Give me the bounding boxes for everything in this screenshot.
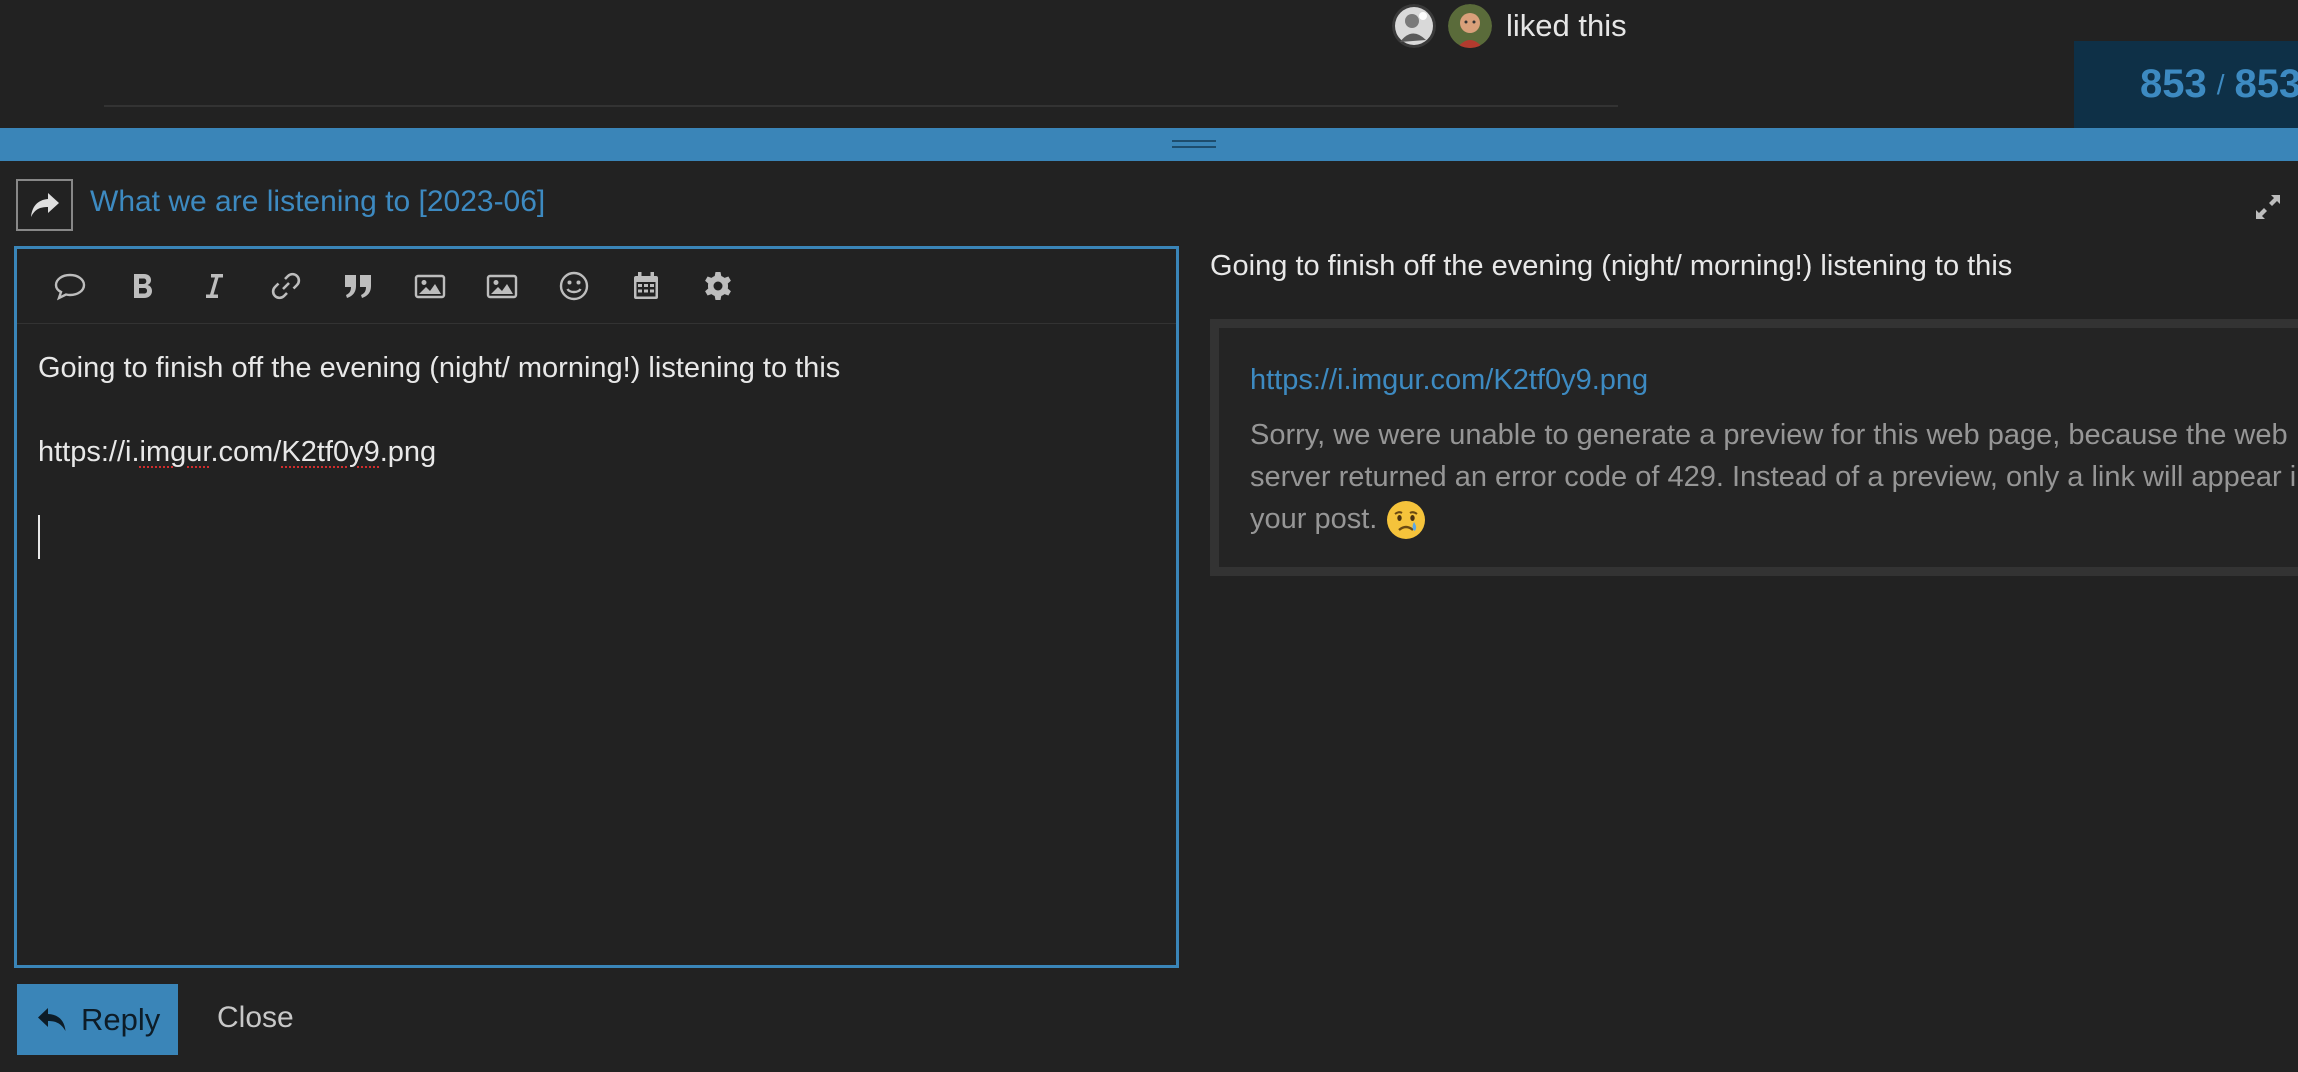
insert-image-button[interactable] [394, 256, 466, 316]
liked-this-label: liked this [1506, 8, 1627, 43]
quote-button[interactable] [322, 256, 394, 316]
expand-icon [2256, 195, 2280, 219]
reply-label: Reply [81, 1001, 161, 1037]
timeline-progress[interactable]: 853 / 853 [2074, 41, 2298, 128]
progress-total: 853 [2234, 62, 2298, 106]
composer-preview: Going to finish off the evening (night/ … [1210, 246, 2298, 968]
composer-editor[interactable]: Going to finish off the evening (night/ … [14, 246, 1179, 968]
editor-line: Going to finish off the evening (night/ … [38, 352, 841, 384]
editor-text-segment: .com/ [210, 436, 282, 468]
text-caret [38, 515, 40, 560]
post-footer-area: liked this 853 / 853 [0, 0, 2298, 128]
upload-image-button[interactable] [466, 256, 538, 316]
progress-current: 853 [2140, 62, 2207, 106]
editor-text-segment: .png [379, 436, 437, 468]
misspelled-word: K2tf0y9 [281, 436, 380, 468]
italic-icon [206, 274, 223, 298]
avatar[interactable] [1448, 4, 1492, 48]
onebox-preview: https://i.imgur.com/K2tf0y9.png Sorry, w… [1210, 319, 2298, 576]
editor-text-segment: https://i. [38, 436, 140, 468]
composer-actions-button[interactable] [16, 179, 73, 231]
insert-date-button[interactable] [610, 256, 682, 316]
editor-line [38, 515, 1156, 560]
calendar-icon [634, 272, 658, 299]
gear-icon [705, 272, 731, 300]
emoji-button[interactable] [538, 256, 610, 316]
avatar[interactable] [1392, 4, 1436, 48]
close-button[interactable]: Close [217, 1001, 294, 1035]
editor-line: https://i.imgur.com/K2tf0y9.png [38, 431, 1156, 473]
toggle-rich-editor-button[interactable] [34, 256, 106, 316]
topic-title-link[interactable]: What we are listening to [2023-06] [90, 185, 545, 219]
bold-icon [134, 274, 152, 298]
speech-bubble-icon [54, 273, 86, 301]
reply-icon [38, 1007, 66, 1031]
grip-handle-icon [1172, 140, 1216, 148]
bold-button[interactable] [106, 256, 178, 316]
progress-separator: / [2216, 68, 2225, 100]
image-upload-icon [486, 274, 518, 299]
onebox-link[interactable]: https://i.imgur.com/K2tf0y9.png [1250, 364, 1648, 397]
misspelled-word: imgur [139, 436, 211, 468]
editor-toolbar [17, 249, 1176, 324]
composer-resize-bar[interactable] [0, 128, 2298, 161]
link-button[interactable] [250, 256, 322, 316]
onebox-error-message: Sorry, we were unable to generate a prev… [1250, 414, 2298, 541]
likes-row: liked this [1392, 4, 1627, 48]
fullscreen-button[interactable] [2252, 191, 2284, 223]
quote-icon [345, 275, 371, 298]
preview-text: Going to finish off the evening (night/ … [1210, 250, 2013, 282]
italic-button[interactable] [178, 256, 250, 316]
post-divider [104, 105, 1618, 107]
crying-face-icon [1387, 501, 1426, 540]
image-icon [414, 274, 446, 299]
composer-header: What we are listening to [2023-06] [0, 161, 2298, 247]
options-button[interactable] [682, 256, 754, 316]
emoji-icon [559, 271, 589, 301]
link-icon [271, 272, 301, 300]
share-arrow-icon [30, 193, 59, 217]
editor-textarea[interactable]: Going to finish off the evening (night/ … [38, 347, 1156, 560]
reply-button[interactable]: Reply [17, 984, 178, 1055]
